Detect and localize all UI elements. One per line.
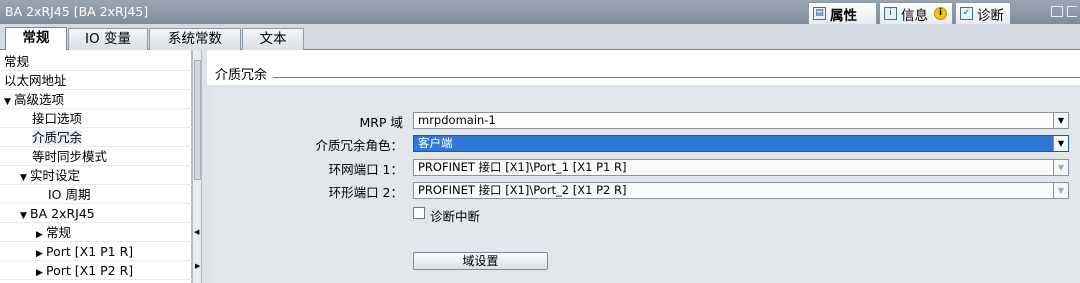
expand-arrow-icon[interactable]: ▶	[36, 264, 46, 282]
tree-item-io-cycle[interactable]: IO 周期	[0, 186, 192, 204]
window-title: BA 2xRJ45 [BA 2xRJ45]	[5, 4, 149, 19]
expand-arrow-icon[interactable]: ▶	[195, 262, 200, 270]
collapse-arrow-icon[interactable]: ◀	[194, 228, 199, 236]
tab-text[interactable]: 文本	[242, 28, 304, 50]
diagnostics-icon: ✓	[960, 7, 973, 20]
expand-arrow-icon[interactable]: ▶	[36, 226, 46, 244]
ring-port-2-value: PROFINET 接口 [X1]\Port_2 [X1 P2 R]	[418, 183, 627, 197]
mrp-role-value: 客户端	[418, 136, 453, 150]
domain-settings-button[interactable]: 域设置	[413, 252, 548, 270]
tab-diagnostics-label: 诊断	[977, 7, 1004, 24]
diagnostic-interrupt-label: 诊断中断	[430, 209, 481, 224]
tree-item-interface-options[interactable]: 接口选项	[0, 110, 192, 128]
tab-system-constants[interactable]: 系统常数	[149, 28, 241, 50]
ring-port-2-combo[interactable]: PROFINET 接口 [X1]\Port_2 [X1 P2 R] ▼	[413, 182, 1069, 199]
tree-item-advanced-options[interactable]: ▼ 高级选项	[0, 91, 192, 109]
tree-item-media-redundancy[interactable]: 介质冗余	[0, 129, 192, 147]
tab-properties[interactable]: ▤ 属性	[808, 2, 877, 24]
tree-item-ba-general[interactable]: ▶ 常规	[0, 224, 192, 242]
tab-diagnostics[interactable]: ✓ 诊断	[955, 2, 1011, 24]
tab-info[interactable]: i 信息 i	[879, 2, 953, 24]
properties-icon: ▤	[813, 7, 826, 20]
tree-item-general[interactable]: 常规	[0, 53, 192, 71]
ring-port-1-label: 环网端口 1：	[328, 162, 403, 177]
info-badge-icon: i	[934, 7, 947, 20]
mrp-domain-value: mrpdomain-1	[418, 113, 496, 127]
tree-item-realtime-settings[interactable]: ▼ 实时设定	[0, 167, 192, 185]
title-bar: BA 2xRJ45 [BA 2xRJ45] ▤ 属性 i 信息 i ✓ 诊断	[0, 0, 1080, 24]
diagnostic-interrupt-checkbox[interactable]	[413, 207, 425, 219]
ring-port-1-combo[interactable]: PROFINET 接口 [X1]\Port_1 [X1 P1 R] ▼	[413, 159, 1069, 176]
section-title: 介质冗余	[215, 68, 268, 83]
tree-item-ba-2xrj45[interactable]: ▼ BA 2xRJ45	[0, 205, 192, 223]
navigation-tree: 常规 以太网地址 ▼ 高级选项 接口选项 介质冗余 等时同步模式 ▼ 实时设定 IO…	[0, 50, 192, 283]
media-redundancy-panel: MRP 域 mrpdomain-1 ▼ 介质冗余角色： 客户端 ▼ 环网端口 1…	[213, 88, 1080, 283]
scrollbar-thumb[interactable]	[194, 60, 201, 180]
tree-item-ethernet-address[interactable]: 以太网地址	[0, 72, 192, 90]
section-header: 介质冗余	[207, 50, 1080, 85]
mrp-domain-label: MRP 域	[359, 115, 403, 130]
expand-arrow-icon[interactable]: ▼	[20, 207, 30, 225]
tab-io-tags[interactable]: IO 变量	[68, 28, 148, 50]
restore-icon[interactable]	[1051, 6, 1063, 17]
chevron-down-icon[interactable]: ▼	[1053, 160, 1068, 175]
tree-item-isochronous-mode[interactable]: 等时同步模式	[0, 148, 192, 166]
expand-arrow-icon[interactable]: ▼	[20, 169, 30, 187]
info-list-icon: i	[884, 7, 897, 20]
section-divider	[273, 77, 1080, 78]
chevron-down-icon[interactable]: ▼	[1053, 183, 1068, 198]
tab-info-label: 信息	[901, 7, 928, 24]
tree-scrollbar[interactable]: ◀ ▶	[192, 50, 202, 283]
sub-tab-bar: 常规 IO 变量 系统常数 文本	[0, 24, 1080, 51]
mrp-role-combo[interactable]: 客户端 ▼	[413, 135, 1069, 152]
ring-port-2-label: 环形端口 2：	[328, 185, 403, 200]
mrp-role-label: 介质冗余角色：	[315, 138, 403, 153]
ring-port-1-value: PROFINET 接口 [X1]\Port_1 [X1 P1 R]	[418, 160, 627, 174]
expand-arrow-icon[interactable]: ▼	[4, 93, 14, 111]
tree-item-port-1[interactable]: ▶ Port [X1 P1 R]	[0, 243, 192, 261]
collapse-icon[interactable]	[1067, 6, 1077, 17]
chevron-down-icon[interactable]: ▼	[1053, 136, 1068, 151]
chevron-down-icon[interactable]: ▼	[1053, 113, 1068, 128]
tab-general[interactable]: 常规	[5, 27, 67, 51]
tab-properties-label: 属性	[830, 7, 857, 24]
mrp-domain-combo[interactable]: mrpdomain-1 ▼	[413, 112, 1069, 129]
expand-arrow-icon[interactable]: ▶	[36, 245, 46, 263]
tree-item-port-2[interactable]: ▶ Port [X1 P2 R]	[0, 262, 192, 280]
